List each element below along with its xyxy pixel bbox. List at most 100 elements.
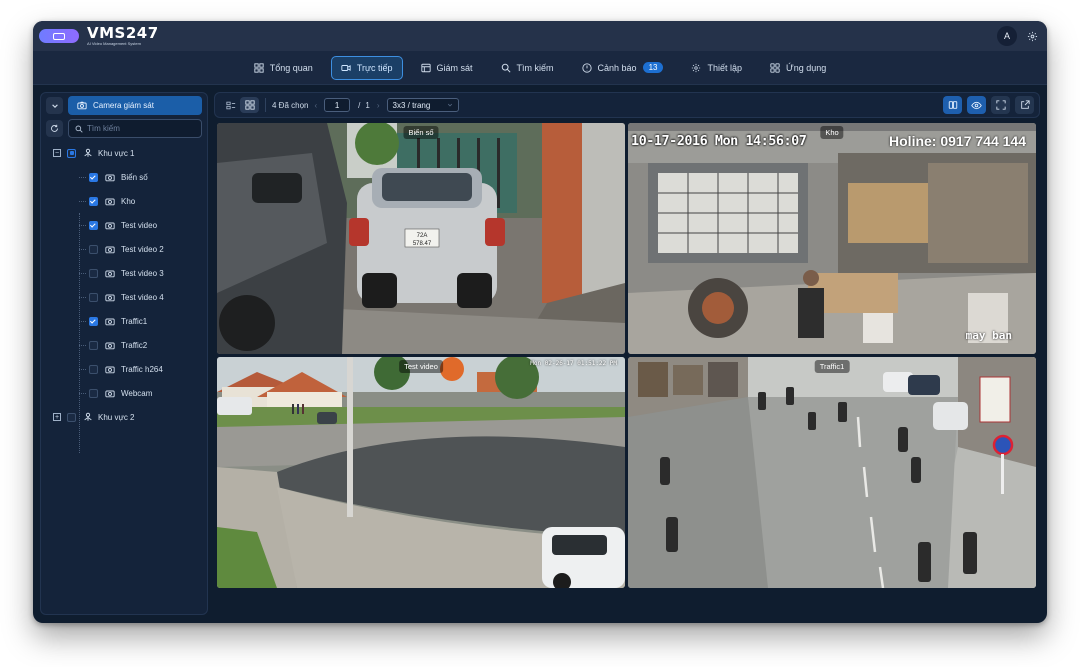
nav-overview[interactable]: Tổng quan (244, 56, 323, 80)
camera-icon (105, 342, 115, 349)
camera-checkbox[interactable] (89, 316, 98, 326)
tree-area-2[interactable]: + Khu vực 2 (41, 405, 207, 429)
osd-timestamp: 10-17-2016 Mon 14:56:07 (631, 133, 807, 149)
camera-checkbox[interactable] (89, 196, 98, 206)
tree-camera-item[interactable]: Kho (41, 189, 207, 213)
page-total: 1 (365, 100, 370, 110)
avatar[interactable]: A (997, 26, 1017, 46)
nav-settings[interactable]: Thiết lập (681, 56, 752, 80)
camera-checkbox[interactable] (89, 172, 98, 182)
page-separator: / (358, 100, 361, 110)
tree-area-label: Khu vực 2 (98, 412, 135, 422)
camera-checkbox[interactable] (89, 388, 98, 398)
camera-icon (105, 174, 115, 181)
nav-settings-label: Thiết lập (707, 62, 743, 73)
camera-icon (105, 222, 115, 229)
fullscreen-button[interactable] (991, 96, 1010, 114)
gear-icon (692, 63, 701, 72)
camera-feed-image (628, 123, 1036, 354)
camera-checkbox[interactable] (89, 292, 98, 302)
camera-label: Webcam (121, 388, 153, 398)
external-link-icon (1020, 100, 1030, 109)
nav-monitoring[interactable]: Giám sát (411, 56, 483, 80)
next-page-icon[interactable]: › (377, 101, 380, 110)
tree-camera-item[interactable]: Test video 4 (41, 285, 207, 309)
camera-group-label: Camera giám sát (93, 101, 154, 110)
camera-checkbox[interactable] (89, 364, 98, 374)
tile-label: Kho (820, 126, 844, 139)
tree-area-1[interactable]: − Khu vực 1 (41, 141, 207, 165)
view-button[interactable] (967, 96, 986, 114)
collapse-minus-icon[interactable]: − (53, 149, 61, 157)
grid-toolbar: 4 Đã chọn ‹ 1 / 1 › 3x3 / trang (214, 92, 1040, 118)
area-1-checkbox[interactable] (67, 148, 76, 158)
camera-label: Traffic h264 (121, 364, 163, 374)
area-2-checkbox[interactable] (67, 412, 76, 422)
camera-checkbox[interactable] (89, 340, 98, 350)
camera-icon (105, 366, 115, 373)
camera-checkbox[interactable] (89, 268, 98, 278)
nav-search-label: Tìm kiếm (516, 62, 554, 73)
nav-apps[interactable]: Ứng dụng (760, 56, 836, 80)
page-number-input[interactable]: 1 (324, 98, 351, 112)
brand-logo[interactable]: VMS247 AI Video Management System (87, 26, 159, 46)
camera-icon (105, 246, 115, 253)
camera-checkbox[interactable] (89, 220, 98, 230)
video-tile-test-video[interactable]: Test video Mon 02-26-17 01:51:22 PM (217, 357, 625, 588)
svg-text:578.47: 578.47 (413, 241, 432, 247)
camera-search-input[interactable]: Tìm kiếm (68, 119, 202, 138)
camera-icon (77, 101, 87, 110)
tree-camera-item[interactable]: Test video 3 (41, 261, 207, 285)
video-camera-icon (341, 64, 351, 71)
nav-monitoring-label: Giám sát (436, 62, 473, 73)
tile-label: Traffic1 (814, 360, 850, 373)
camera-checkbox[interactable] (89, 244, 98, 254)
camera-label: Traffic1 (121, 316, 148, 326)
expand-plus-icon[interactable]: + (53, 413, 61, 421)
tree-camera-item[interactable]: Test video (41, 213, 207, 237)
nav-alerts-label: Cảnh báo (597, 62, 637, 73)
settings-gear-icon[interactable] (1025, 29, 1039, 43)
nav-alerts[interactable]: Cảnh báo 13 (572, 56, 674, 80)
video-tile-warehouse[interactable]: Kho 10-17-2016 Mon 14:56:07 Holine: 0917… (628, 123, 1036, 354)
list-layout-button[interactable] (221, 97, 240, 113)
monitor-icon (420, 63, 431, 72)
nav-overview-label: Tổng quan (269, 62, 313, 73)
camera-label: Test video 3 (121, 268, 164, 278)
camera-icon (105, 198, 115, 205)
popout-button[interactable] (1015, 96, 1034, 114)
grid-layout-icon (244, 100, 255, 110)
grid-layout-button[interactable] (240, 97, 259, 113)
camera-group-icon (84, 148, 92, 157)
nav-live[interactable]: Trực tiếp (330, 55, 403, 80)
per-page-select[interactable]: 3x3 / trang (386, 98, 459, 112)
camera-label: Traffic2 (121, 340, 148, 350)
camera-label: Test video (121, 220, 158, 230)
tree-camera-item[interactable]: Traffic h264 (41, 357, 207, 381)
camera-group-button[interactable]: Camera giám sát (68, 96, 202, 115)
video-tile-license-plate[interactable]: 72A 578.47 Biển số (217, 123, 625, 354)
video-tile-traffic[interactable]: Traffic1 (628, 357, 1036, 588)
nav-live-label: Trực tiếp (356, 62, 393, 73)
collapse-button[interactable] (46, 97, 63, 114)
osd-bottom-text: may ban (965, 329, 1012, 342)
tree-camera-item[interactable]: Traffic2 (41, 333, 207, 357)
dashboard-icon (254, 62, 264, 73)
tree-camera-item[interactable]: Biển số (41, 165, 207, 189)
camera-tree: − Khu vực 1 Biển số Kho Test video Test vid… (41, 141, 207, 453)
tile-label: Test video (399, 360, 443, 373)
tree-camera-item[interactable]: Traffic1 (41, 309, 207, 333)
brand-tagline: AI Video Management System (87, 41, 141, 46)
apps-icon (770, 62, 780, 73)
refresh-button[interactable] (46, 120, 63, 137)
camera-feed-image (628, 357, 1036, 588)
chevron-down-icon (447, 103, 452, 107)
svg-text:72A: 72A (417, 233, 428, 239)
camera-icon (105, 390, 115, 397)
tree-camera-item[interactable]: Webcam (41, 381, 207, 405)
search-icon (501, 63, 511, 73)
prev-page-icon[interactable]: ‹ (314, 101, 317, 110)
nav-search[interactable]: Tìm kiếm (491, 56, 564, 80)
compare-button[interactable] (943, 96, 962, 114)
tree-camera-item[interactable]: Test video 2 (41, 237, 207, 261)
